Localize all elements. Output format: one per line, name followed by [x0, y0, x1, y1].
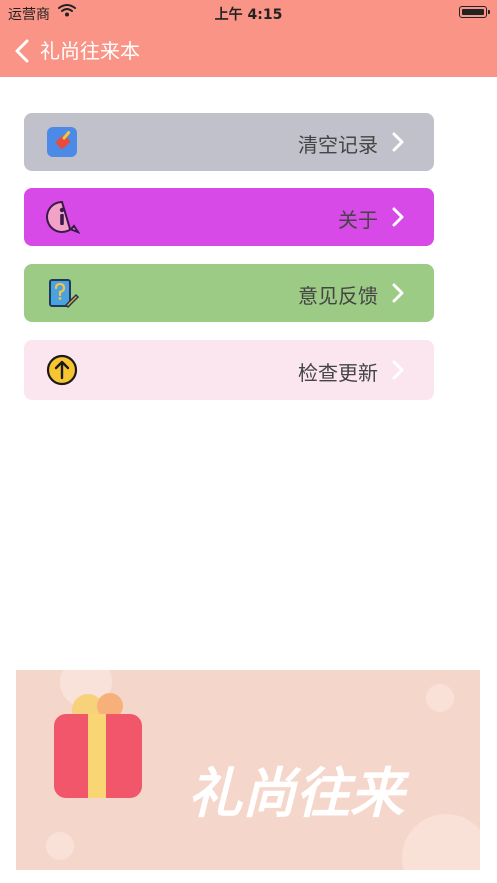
about-label: 关于 — [338, 208, 378, 232]
check-update-button[interactable]: 检查更新 — [24, 340, 434, 400]
promo-banner: 礼尚往来 — [16, 670, 480, 870]
feedback-label: 意见反馈 — [298, 284, 378, 308]
status-bar: 运营商 上午 4:15 — [0, 0, 497, 26]
broom-icon — [47, 127, 77, 157]
chevron-right-icon — [392, 207, 404, 227]
banner-illustration: 礼尚往来 — [46, 670, 480, 870]
top-bar: 运营商 上午 4:15 礼尚往来本 — [0, 0, 497, 77]
status-time: 上午 4:15 — [214, 7, 283, 23]
back-chevron-icon[interactable] — [12, 38, 34, 64]
about-button[interactable]: 关于 — [24, 188, 434, 246]
feedback-icon — [49, 279, 80, 309]
chevron-right-icon — [392, 283, 404, 303]
upload-icon — [46, 354, 78, 386]
gift-icon — [54, 693, 142, 798]
feedback-button[interactable]: 意见反馈 — [24, 264, 434, 322]
chevron-right-icon — [392, 132, 404, 152]
check-update-label: 检查更新 — [298, 361, 378, 385]
page-title: 礼尚往来本 — [40, 39, 140, 63]
clear-records-label: 清空记录 — [298, 133, 378, 157]
battery-icon — [459, 6, 490, 18]
clear-records-button[interactable]: 清空记录 — [24, 113, 434, 171]
nav-bar: 礼尚往来本 — [0, 26, 497, 77]
chevron-right-icon — [392, 360, 404, 380]
info-icon — [46, 200, 80, 234]
banner-title: 礼尚往来 — [188, 762, 410, 825]
